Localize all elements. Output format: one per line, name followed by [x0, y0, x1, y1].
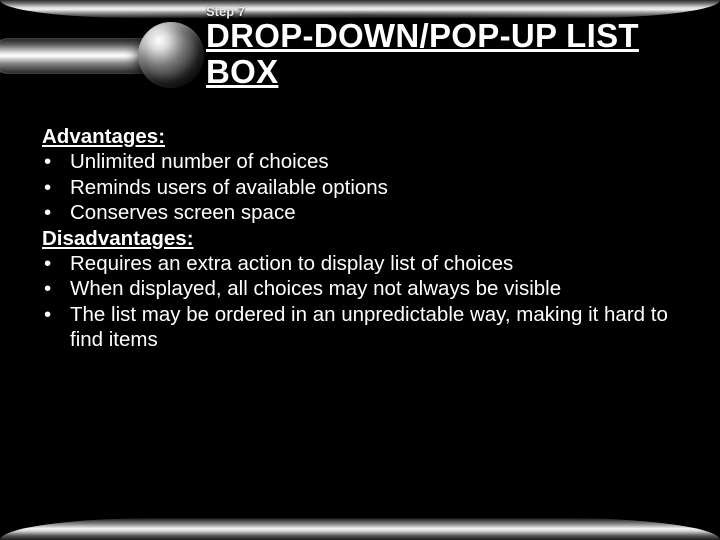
list-item-text: Reminds users of available options [70, 175, 684, 200]
bullet-icon: • [42, 302, 70, 327]
slide-title: DROP-DOWN/POP-UP LIST BOX [206, 18, 696, 89]
list-item: • When displayed, all choices may not al… [42, 276, 684, 301]
bullet-icon: • [42, 276, 70, 301]
list-item: • Conserves screen space [42, 200, 684, 225]
advantages-heading: Advantages: [42, 124, 684, 149]
bullet-icon: • [42, 251, 70, 276]
list-item: • The list may be ordered in an unpredic… [42, 302, 684, 353]
list-item-text: Requires an extra action to display list… [70, 251, 684, 276]
bullet-icon: • [42, 149, 70, 174]
list-item-text: When displayed, all choices may not alwa… [70, 276, 684, 301]
bottom-metallic-band [0, 518, 720, 540]
bullet-icon: • [42, 175, 70, 200]
bullet-icon: • [42, 200, 70, 225]
list-item: • Reminds users of available options [42, 175, 684, 200]
list-item: • Unlimited number of choices [42, 149, 684, 174]
decorative-orb [0, 14, 202, 96]
list-item-text: Conserves screen space [70, 200, 684, 225]
disadvantages-heading: Disadvantages: [42, 226, 684, 251]
list-item: • Requires an extra action to display li… [42, 251, 684, 276]
list-item-text: The list may be ordered in an unpredicta… [70, 302, 684, 353]
slide-body: Advantages: • Unlimited number of choice… [42, 124, 684, 353]
list-item-text: Unlimited number of choices [70, 149, 684, 174]
